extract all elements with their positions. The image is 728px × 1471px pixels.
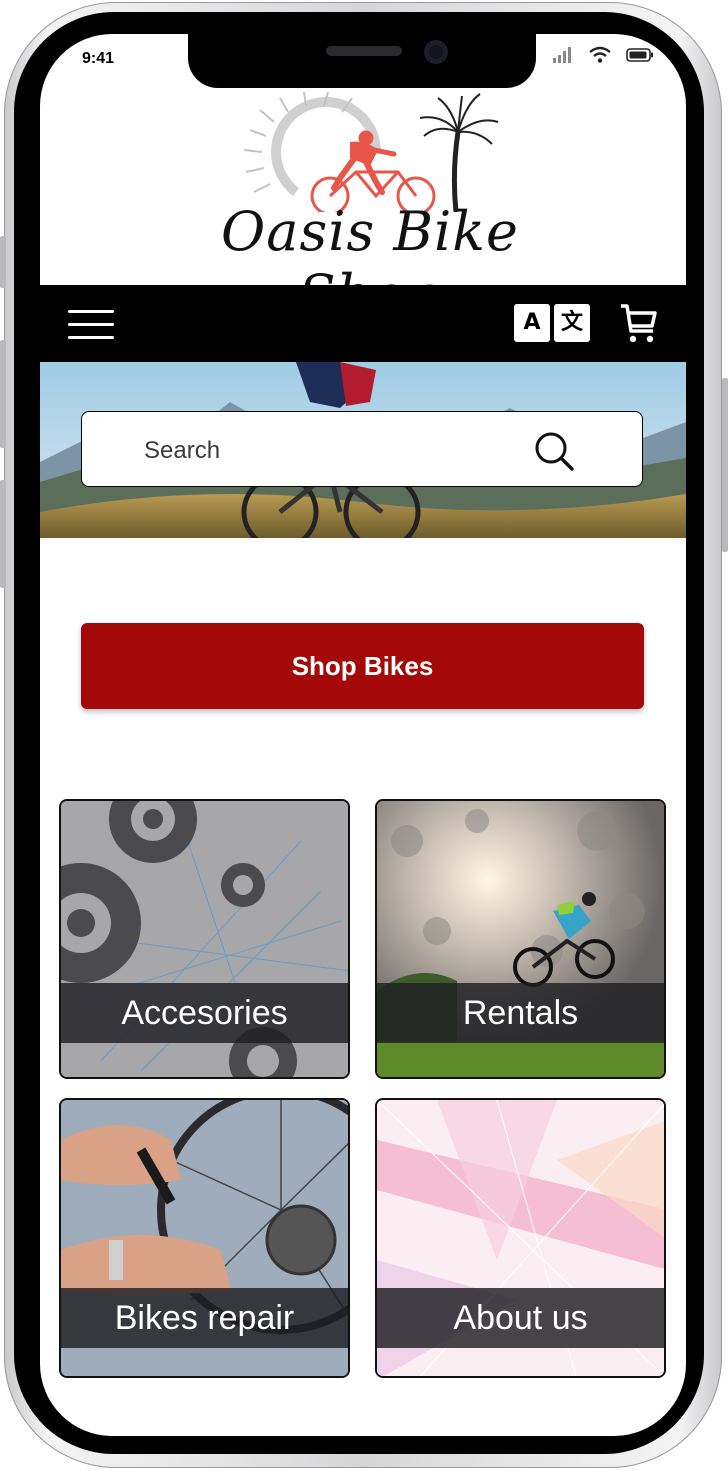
hamburger-icon-line bbox=[68, 323, 114, 326]
top-nav-bar: A 文 bbox=[40, 285, 686, 362]
shop-logo[interactable]: Oasis Bike Shop bbox=[180, 92, 560, 326]
search-box bbox=[81, 411, 643, 487]
category-tile-rentals[interactable]: Rentals bbox=[375, 799, 666, 1079]
shop-bikes-button[interactable]: Shop Bikes bbox=[81, 623, 644, 709]
hamburger-menu-button[interactable] bbox=[68, 307, 114, 341]
hamburger-icon-line bbox=[68, 336, 114, 339]
status-time: 9:41 bbox=[82, 50, 115, 67]
earpiece-speaker bbox=[326, 46, 402, 56]
logo-graphic bbox=[243, 92, 499, 212]
category-tile-accesories[interactable]: Accesories bbox=[59, 799, 350, 1079]
translate-button[interactable]: A 文 bbox=[514, 304, 592, 344]
translate-icon-target: 文 bbox=[554, 304, 590, 342]
search-input[interactable] bbox=[142, 434, 526, 468]
category-tile-about-us[interactable]: About us bbox=[375, 1098, 666, 1378]
screen: 9:41 Oasis Bike A 文 Search Shop Bikes Ac… bbox=[40, 34, 686, 1436]
notch bbox=[188, 34, 536, 88]
power-button bbox=[722, 378, 728, 552]
volume-down-button bbox=[0, 480, 6, 588]
battery-icon bbox=[626, 48, 653, 62]
tile-label: Bikes repair bbox=[61, 1288, 348, 1348]
tile-label: Accesories bbox=[61, 983, 348, 1043]
translate-icon: A bbox=[514, 304, 550, 342]
search-icon[interactable] bbox=[532, 430, 576, 472]
hamburger-icon bbox=[68, 310, 114, 313]
tile-label: About us bbox=[377, 1288, 664, 1348]
silent-switch bbox=[0, 236, 6, 288]
front-camera bbox=[424, 40, 448, 64]
status-bar: 9:41 bbox=[40, 34, 686, 88]
tile-label: Rentals bbox=[377, 983, 664, 1043]
wifi-icon bbox=[589, 46, 611, 63]
volume-up-button bbox=[0, 340, 6, 448]
category-tile-bikes-repair[interactable]: Bikes repair bbox=[59, 1098, 350, 1378]
cellular-icon bbox=[553, 47, 571, 63]
cart-icon[interactable] bbox=[618, 301, 658, 345]
